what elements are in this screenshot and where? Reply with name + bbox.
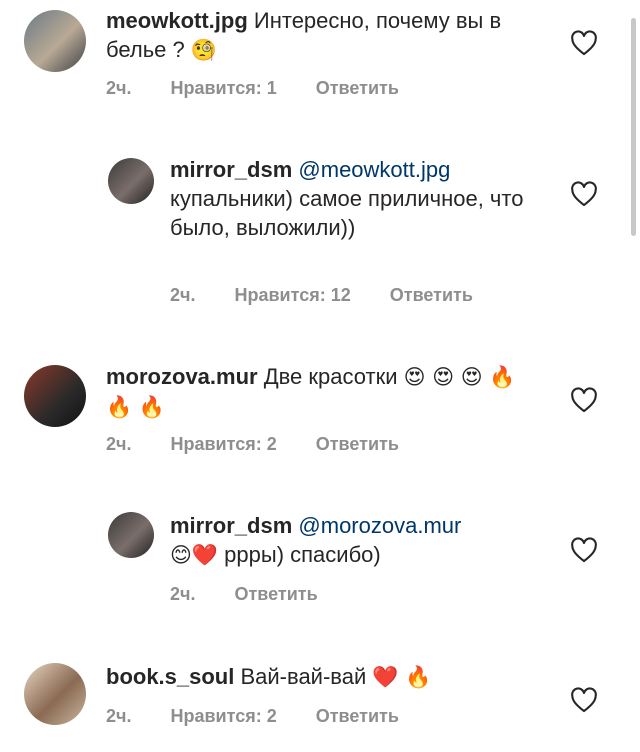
heart-outline-icon[interactable] (570, 537, 598, 563)
avatar[interactable] (24, 365, 86, 427)
comment-text: Две красотки (263, 364, 398, 389)
avatar[interactable] (24, 10, 86, 72)
timestamp: 2ч. (170, 584, 196, 604)
timestamp: 2ч. (106, 434, 132, 454)
heart-outline-icon[interactable] (570, 387, 598, 413)
likes-count[interactable]: Нравится: 2 (170, 706, 276, 726)
username[interactable]: mirror_dsm (170, 513, 292, 538)
reply-button[interactable]: Ответить (316, 78, 399, 98)
heart-outline-icon[interactable] (570, 181, 598, 207)
username[interactable]: mirror_dsm (170, 157, 292, 182)
timestamp: 2ч. (106, 706, 132, 726)
face-with-monocle-emoji: 🧐 (190, 38, 218, 62)
comment-text: ррры) спасибо) (224, 542, 381, 567)
heart-outline-icon[interactable] (570, 30, 598, 56)
reply-button[interactable]: Ответить (316, 706, 399, 726)
timestamp: 2ч. (170, 285, 196, 305)
emoji-reaction: 😊❤️ (170, 543, 219, 567)
username[interactable]: meowkott.jpg (106, 8, 248, 33)
username[interactable]: book.s_soul (106, 664, 234, 689)
scrollbar[interactable] (631, 18, 636, 236)
likes-count[interactable]: Нравится: 12 (234, 285, 350, 305)
reply-button[interactable]: Ответить (390, 285, 473, 305)
reply-button[interactable]: Ответить (234, 584, 317, 604)
reply-button[interactable]: Ответить (316, 434, 399, 454)
avatar[interactable] (24, 663, 86, 725)
timestamp: 2ч. (106, 78, 132, 98)
avatar[interactable] (108, 512, 154, 558)
comment-text: купальники) самое приличное, что было, в… (170, 186, 524, 240)
likes-count[interactable]: Нравится: 1 (170, 78, 276, 98)
emoji-reaction: ❤️ 🔥 (372, 665, 432, 689)
comment-text: Вай-вай-вай (240, 664, 367, 689)
heart-outline-icon[interactable] (570, 687, 598, 713)
likes-count[interactable]: Нравится: 2 (170, 434, 276, 454)
mention-link[interactable]: @meowkott.jpg (298, 157, 450, 182)
avatar[interactable] (108, 158, 154, 204)
username[interactable]: morozova.mur (106, 364, 258, 389)
mention-link[interactable]: @morozova.mur (298, 513, 461, 538)
